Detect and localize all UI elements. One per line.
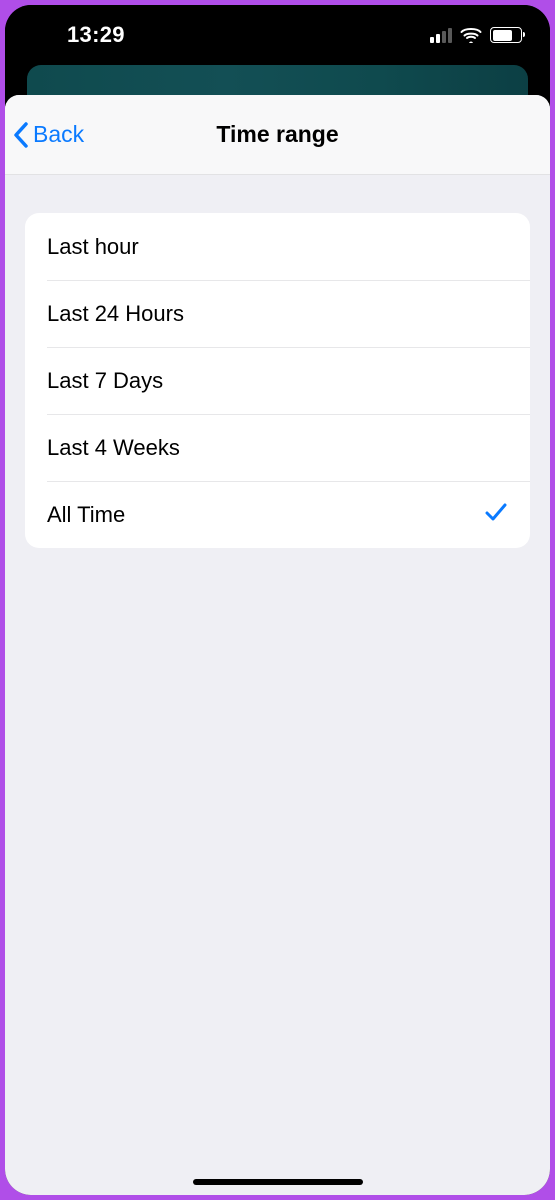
background-app-strip	[27, 65, 528, 95]
chevron-left-icon	[13, 122, 29, 148]
options-group: Last hour Last 24 Hours Last 7 Days Last…	[25, 213, 530, 548]
option-all-time[interactable]: All Time	[25, 481, 530, 548]
option-last-hour[interactable]: Last hour	[25, 213, 530, 280]
status-bar: 13:29	[5, 5, 550, 65]
device-frame: 13:29 Back	[5, 5, 550, 1195]
option-last-24-hours[interactable]: Last 24 Hours	[25, 280, 530, 347]
option-last-7-days[interactable]: Last 7 Days	[25, 347, 530, 414]
checkmark-icon	[484, 500, 508, 530]
option-label: Last 4 Weeks	[47, 435, 180, 461]
battery-icon	[490, 27, 522, 43]
wifi-icon	[460, 27, 482, 43]
content-area: Last hour Last 24 Hours Last 7 Days Last…	[5, 175, 550, 586]
option-last-4-weeks[interactable]: Last 4 Weeks	[25, 414, 530, 481]
modal-sheet: Back Time range Last hour Last 24 Hours …	[5, 95, 550, 1195]
page-title: Time range	[216, 121, 338, 148]
option-label: All Time	[47, 502, 125, 528]
home-indicator[interactable]	[193, 1179, 363, 1185]
option-label: Last hour	[47, 234, 139, 260]
back-label: Back	[33, 121, 84, 148]
status-time: 13:29	[27, 22, 125, 48]
option-label: Last 7 Days	[47, 368, 163, 394]
back-button[interactable]: Back	[13, 121, 84, 148]
navigation-bar: Back Time range	[5, 95, 550, 175]
option-label: Last 24 Hours	[47, 301, 184, 327]
cellular-signal-icon	[430, 27, 452, 43]
status-icons	[430, 27, 522, 43]
